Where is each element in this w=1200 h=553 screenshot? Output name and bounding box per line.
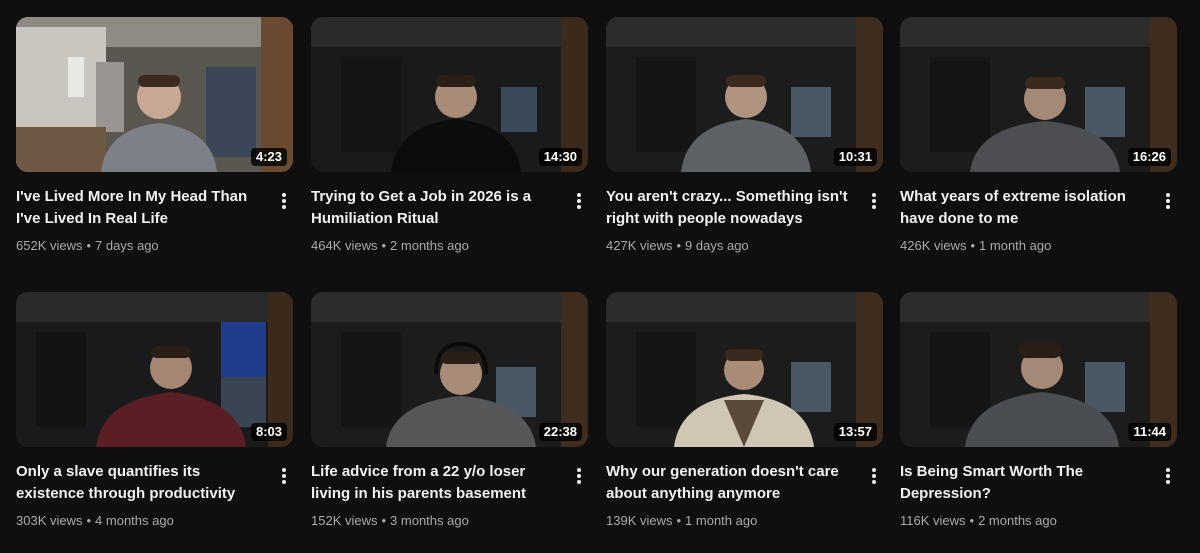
meta-separator: •: [86, 513, 92, 528]
more-vert-icon: [1166, 193, 1170, 209]
view-count: 426K views: [900, 238, 967, 253]
video-title[interactable]: Why our generation doesn't care about an…: [606, 461, 861, 505]
meta-separator: •: [676, 238, 682, 253]
more-options-button[interactable]: [1158, 189, 1178, 213]
view-count: 464K views: [311, 238, 378, 253]
video-thumbnail[interactable]: 4:23: [16, 17, 293, 172]
upload-age: 9 days ago: [685, 238, 749, 253]
upload-age: 2 months ago: [390, 238, 469, 253]
duration-badge: 8:03: [250, 423, 287, 441]
video-thumbnail[interactable]: 16:26: [900, 17, 1177, 172]
video-card[interactable]: 14:30 Trying to Get a Job in 2026 is a H…: [311, 17, 588, 277]
video-meta: 116K views • 2 months ago: [900, 512, 1155, 530]
video-meta: 652K views • 7 days ago: [16, 237, 271, 255]
duration-badge: 4:23: [250, 148, 287, 166]
upload-age: 4 months ago: [95, 513, 174, 528]
duration-badge: 11:44: [1128, 423, 1171, 441]
upload-age: 1 month ago: [685, 513, 758, 528]
duration-badge: 22:38: [538, 423, 582, 441]
more-options-button[interactable]: [569, 464, 589, 488]
upload-age: 2 months ago: [978, 513, 1057, 528]
more-vert-icon: [1166, 468, 1170, 484]
video-meta: 426K views • 1 month ago: [900, 237, 1155, 255]
video-title[interactable]: Only a slave quantifies its existence th…: [16, 461, 271, 505]
video-grid: 4:23 I've Lived More In My Head Than I'v…: [0, 0, 1200, 553]
video-meta: 303K views • 4 months ago: [16, 512, 271, 530]
upload-age: 7 days ago: [95, 238, 159, 253]
video-thumbnail[interactable]: 13:57: [606, 292, 883, 447]
video-title[interactable]: I've Lived More In My Head Than I've Liv…: [16, 186, 271, 230]
view-count: 116K views: [900, 513, 966, 528]
view-count: 152K views: [311, 513, 378, 528]
view-count: 652K views: [16, 238, 83, 253]
video-card[interactable]: 8:03 Only a slave quantifies its existen…: [16, 292, 293, 552]
video-card[interactable]: 22:38 Life advice from a 22 y/o loser li…: [311, 292, 588, 552]
video-thumbnail[interactable]: 14:30: [311, 17, 588, 172]
more-options-button[interactable]: [274, 464, 294, 488]
video-title[interactable]: Is Being Smart Worth The Depression?: [900, 461, 1155, 505]
more-vert-icon: [577, 468, 581, 484]
duration-badge: 10:31: [833, 148, 877, 166]
video-thumbnail[interactable]: 8:03: [16, 292, 293, 447]
duration-badge: 13:57: [833, 423, 877, 441]
meta-separator: •: [970, 238, 976, 253]
view-count: 139K views: [606, 513, 673, 528]
more-options-button[interactable]: [569, 189, 589, 213]
meta-separator: •: [381, 238, 387, 253]
video-thumbnail[interactable]: 10:31: [606, 17, 883, 172]
video-title[interactable]: Life advice from a 22 y/o loser living i…: [311, 461, 566, 505]
video-card[interactable]: 13:57 Why our generation doesn't care ab…: [606, 292, 883, 552]
upload-age: 1 month ago: [979, 238, 1052, 253]
meta-separator: •: [676, 513, 682, 528]
video-card[interactable]: 4:23 I've Lived More In My Head Than I'v…: [16, 17, 293, 277]
view-count: 427K views: [606, 238, 673, 253]
video-meta: 427K views • 9 days ago: [606, 237, 861, 255]
video-meta: 152K views • 3 months ago: [311, 512, 566, 530]
more-vert-icon: [577, 193, 581, 209]
more-options-button[interactable]: [274, 189, 294, 213]
duration-badge: 14:30: [538, 148, 582, 166]
video-card[interactable]: 10:31 You aren't crazy... Something isn'…: [606, 17, 883, 277]
meta-separator: •: [86, 238, 92, 253]
more-vert-icon: [872, 193, 876, 209]
video-title[interactable]: Trying to Get a Job in 2026 is a Humilia…: [311, 186, 566, 230]
video-meta: 464K views • 2 months ago: [311, 237, 566, 255]
upload-age: 3 months ago: [390, 513, 469, 528]
view-count: 303K views: [16, 513, 83, 528]
duration-badge: 16:26: [1127, 148, 1171, 166]
more-vert-icon: [282, 193, 286, 209]
meta-separator: •: [969, 513, 975, 528]
meta-separator: •: [381, 513, 387, 528]
video-thumbnail[interactable]: 11:44: [900, 292, 1177, 447]
more-vert-icon: [872, 468, 876, 484]
video-title[interactable]: What years of extreme isolation have don…: [900, 186, 1155, 230]
video-card[interactable]: 16:26 What years of extreme isolation ha…: [900, 17, 1177, 277]
video-title[interactable]: You aren't crazy... Something isn't righ…: [606, 186, 861, 230]
more-vert-icon: [282, 468, 286, 484]
more-options-button[interactable]: [1158, 464, 1178, 488]
video-card[interactable]: 11:44 Is Being Smart Worth The Depressio…: [900, 292, 1177, 552]
more-options-button[interactable]: [864, 464, 884, 488]
more-options-button[interactable]: [864, 189, 884, 213]
video-meta: 139K views • 1 month ago: [606, 512, 861, 530]
video-thumbnail[interactable]: 22:38: [311, 292, 588, 447]
